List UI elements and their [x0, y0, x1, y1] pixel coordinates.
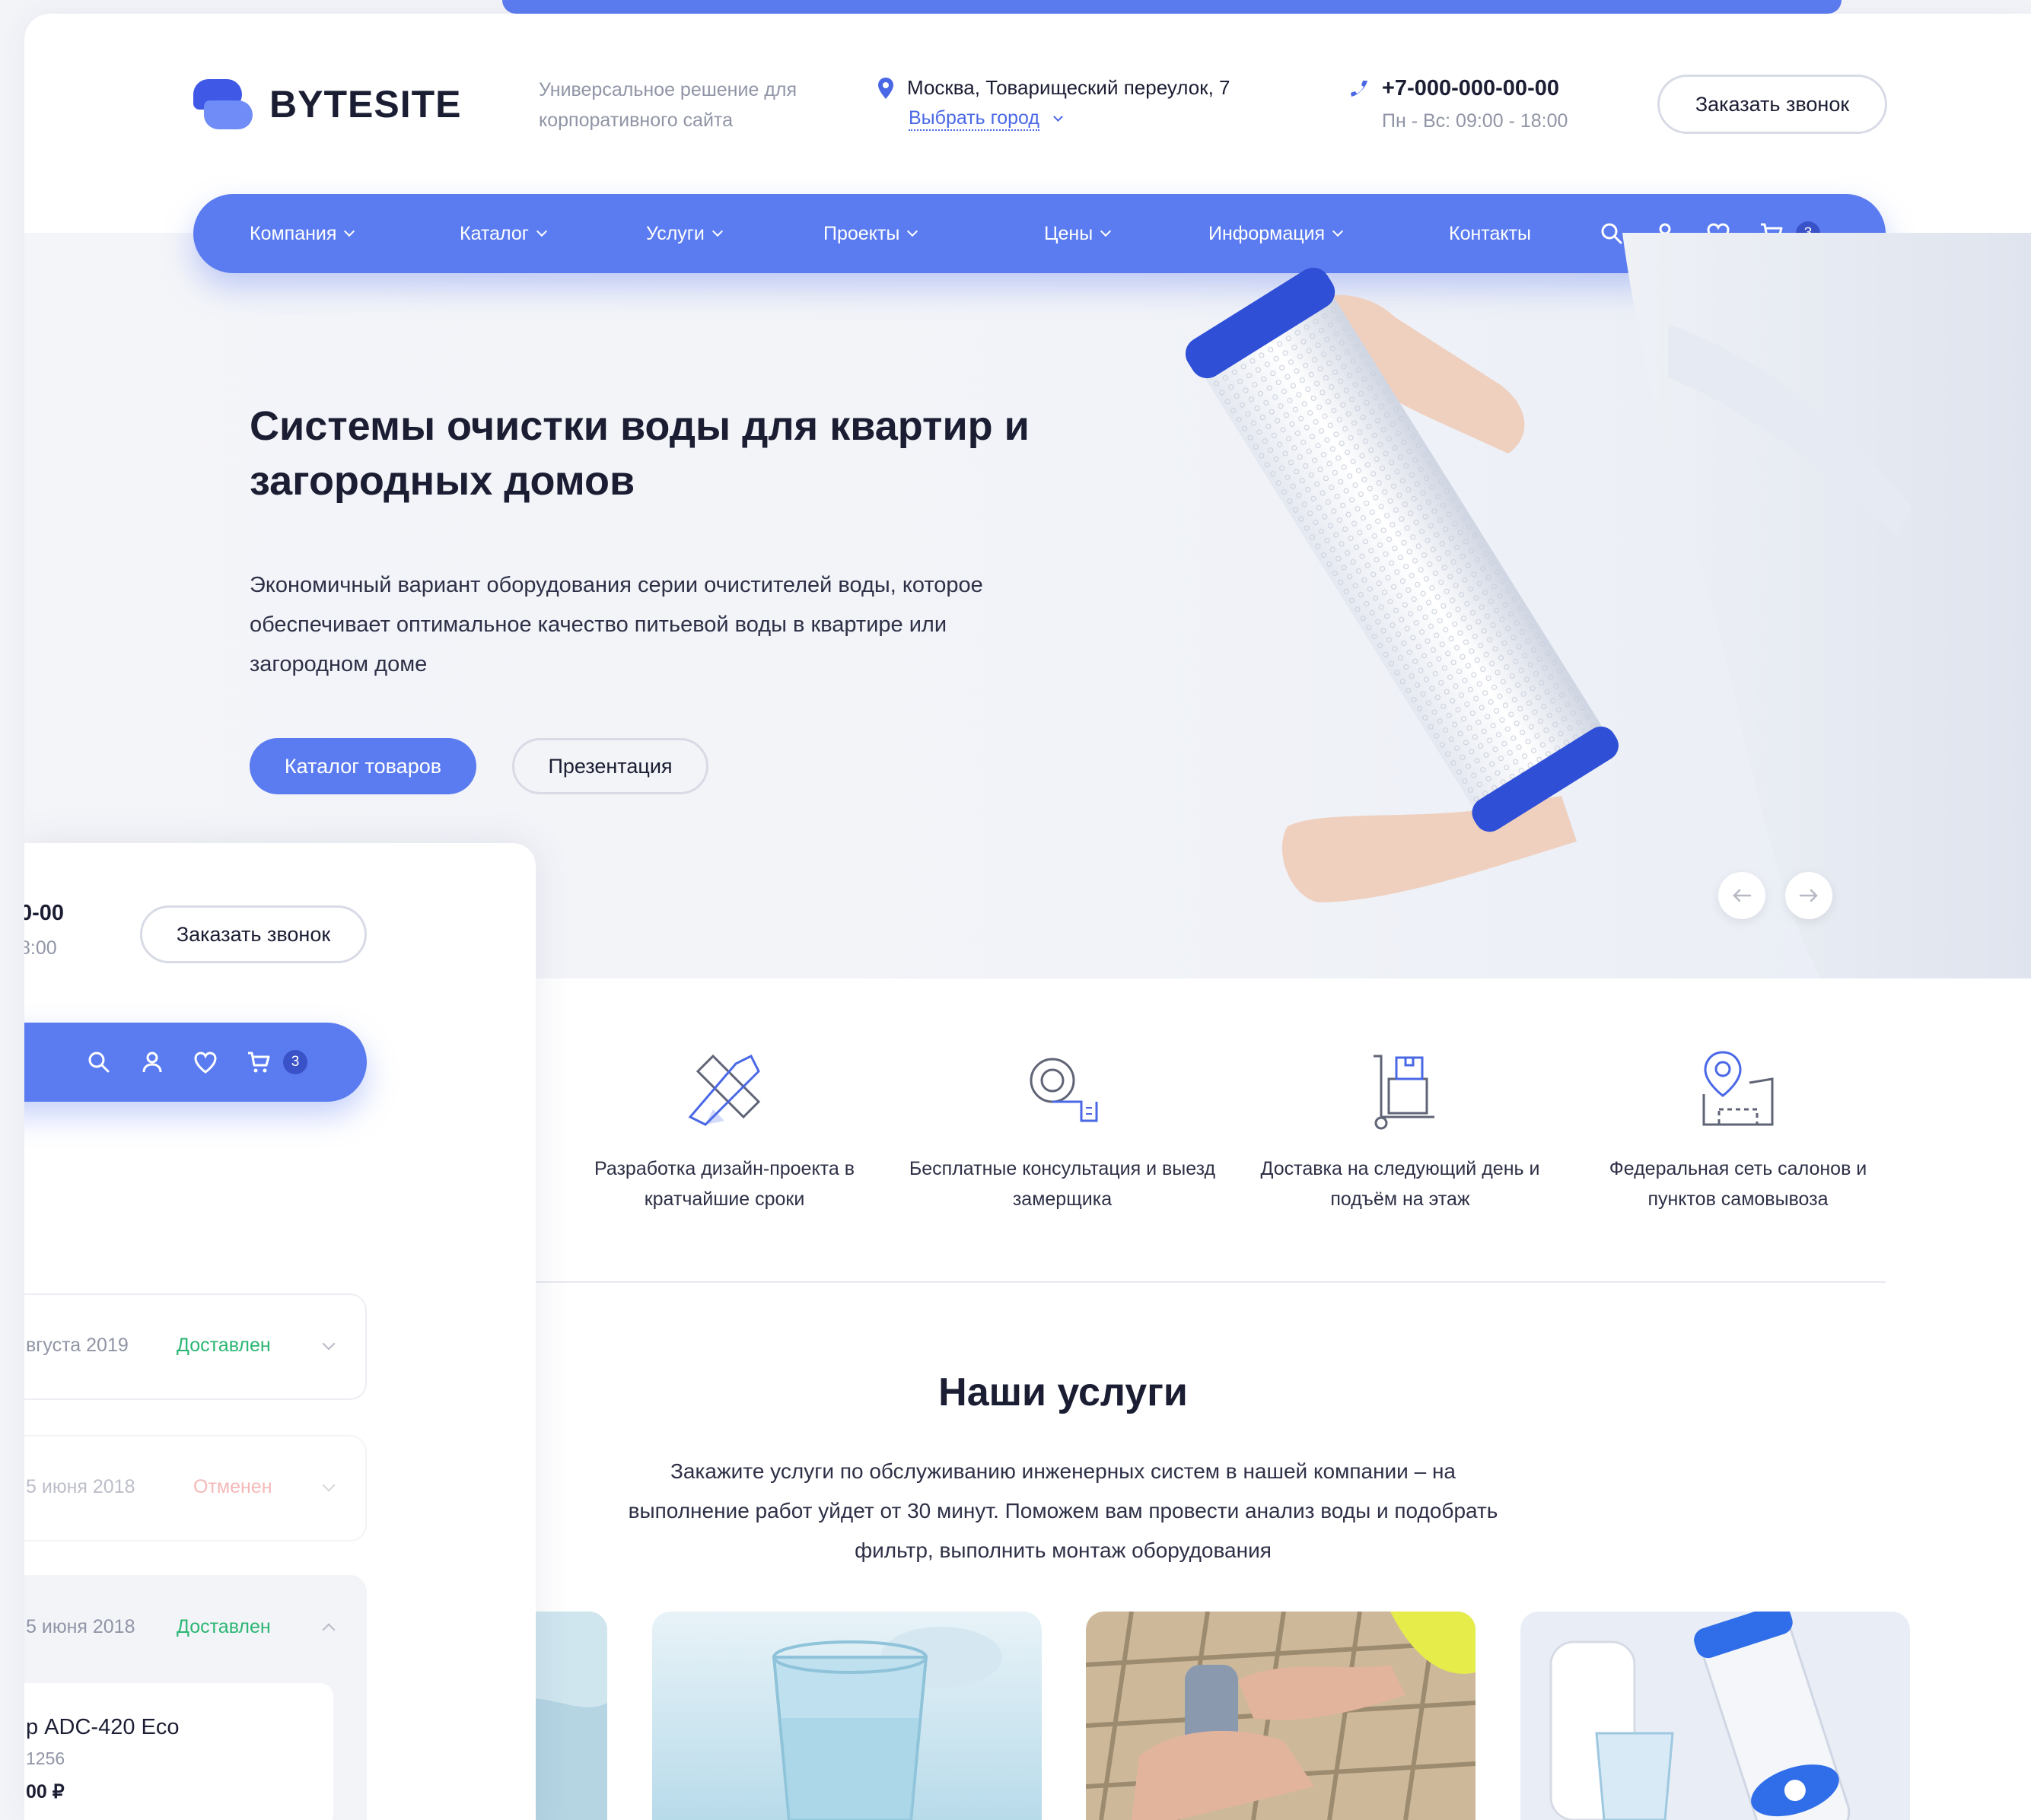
location-pin-icon	[878, 77, 893, 99]
services-description: Закажите услуги по обслуживанию инженерн…	[628, 1459, 1498, 1562]
arrow-left-icon	[1733, 889, 1752, 902]
order-date: вгуста 2019	[26, 1335, 129, 1356]
nav-item-services[interactable]: Услуги	[646, 194, 723, 273]
overlay-account-panel: 0-00 8:00 Заказать звонок 3 вгуста 2019 …	[24, 843, 536, 1820]
section-divider	[511, 1281, 1886, 1283]
order-status: Доставлен	[177, 1616, 271, 1637]
nav-item-company[interactable]: Компания	[250, 194, 355, 273]
feature-text: Разработка дизайн-проекта в кратчайшие с…	[594, 1158, 855, 1210]
logo-mark-icon	[193, 79, 253, 129]
tape-measure-icon	[1030, 1058, 1098, 1122]
overlay-callback-button[interactable]: Заказать звонок	[140, 905, 367, 963]
slider-prev-button[interactable]	[1718, 872, 1765, 919]
service-card-installation[interactable]	[1086, 1612, 1475, 1820]
overlay-nav: 3	[24, 1023, 367, 1102]
delivery-cart-icon	[1374, 1055, 1434, 1130]
nav-item-catalog[interactable]: Каталог	[460, 194, 547, 273]
arrow-right-icon	[1799, 889, 1818, 902]
feature-design: Разработка дизайн-проекта в кратчайшие с…	[565, 1048, 884, 1214]
feature-text: Федеральная сеть салонов и пунктов самов…	[1609, 1158, 1867, 1210]
feature-consultation: Бесплатные консультация и выезд замерщик…	[902, 1048, 1222, 1214]
order-item[interactable]: р ADC-420 Eco 1256 00 ₽	[24, 1683, 333, 1820]
phone-icon	[1351, 80, 1367, 97]
chevron-down-icon	[344, 225, 355, 237]
working-hours: Пн - Вс: 09:00 - 18:00	[1382, 110, 1568, 132]
feature-text: Бесплатные консультация и выезд замерщик…	[909, 1158, 1216, 1210]
top-accent-strip	[502, 0, 1842, 14]
cart-icon[interactable]	[245, 1048, 272, 1076]
service-card-water-glass[interactable]	[652, 1612, 1042, 1820]
chevron-down-icon	[536, 225, 547, 237]
hero-photo-filter-cartridge	[1185, 233, 2031, 978]
order-date: 5 июня 2018	[26, 1476, 135, 1497]
slogan: Универсальное решение для корпоративного…	[539, 79, 797, 131]
nav-item-label: Компания	[250, 222, 337, 244]
city-select-link[interactable]: Выбрать город	[909, 107, 1039, 131]
nav-item-projects[interactable]: Проекты	[823, 194, 918, 273]
order-item-name: р ADC-420 Eco	[26, 1715, 180, 1739]
search-icon[interactable]	[85, 1048, 113, 1076]
chevron-down-icon[interactable]	[322, 1337, 336, 1351]
site-frame: BYTESITE Универсальное решение для корпо…	[24, 14, 2031, 1820]
order-item-code: 1256	[26, 1748, 65, 1768]
chevron-down-icon	[907, 225, 918, 237]
overlay-phone: 0-00	[24, 901, 65, 925]
chevron-down-icon[interactable]	[322, 1478, 336, 1492]
chevron-down-icon	[711, 225, 723, 237]
presentation-button[interactable]: Презентация	[512, 738, 708, 794]
city-chevron-icon[interactable]	[1053, 112, 1064, 122]
nav-item-label: Каталог	[460, 222, 529, 244]
hero-description: Экономичный вариант оборудования серии о…	[250, 573, 983, 676]
order-item-price: 00 ₽	[26, 1781, 65, 1803]
cart-count-badge: 3	[283, 1050, 307, 1074]
map-location-icon	[1702, 1051, 1774, 1126]
order-status: Доставлен	[177, 1335, 271, 1356]
order-row[interactable]: 5 июня 2018 Отменен	[24, 1435, 367, 1542]
overlay-hours: 8:00	[24, 937, 57, 959]
slider-next-button[interactable]	[1785, 872, 1832, 919]
order-row-expanded[interactable]: 5 июня 2018 Доставлен р ADC-420 Eco 1256…	[24, 1575, 367, 1820]
services-title: Наши услуги	[938, 1370, 1188, 1414]
nav-item-label: Проекты	[823, 222, 900, 244]
user-icon[interactable]	[138, 1048, 166, 1076]
address-block: Москва, Товарищеский переулок, 7 Выбрать…	[877, 76, 1230, 131]
phone-block: +7-000-000-00-00 Пн - Вс: 09:00 - 18:00	[1348, 76, 1568, 132]
order-row[interactable]: вгуста 2019 Доставлен	[24, 1293, 367, 1400]
address-text: Москва, Товарищеский переулок, 7	[907, 76, 1230, 99]
design-tools-icon	[688, 1054, 761, 1126]
logo[interactable]: BYTESITE	[193, 79, 461, 129]
heart-icon[interactable]	[192, 1048, 219, 1076]
nav-item-label: Услуги	[646, 222, 705, 244]
chevron-up-icon[interactable]	[322, 1623, 336, 1637]
order-date: 5 июня 2018	[26, 1616, 135, 1637]
feature-network: Федеральная сеть салонов и пунктов самов…	[1578, 1048, 1898, 1214]
callback-button[interactable]: Заказать звонок	[1657, 75, 1887, 134]
feature-delivery: Доставка на следующий день и подъём на э…	[1240, 1048, 1560, 1214]
catalog-button[interactable]: Каталог товаров	[250, 738, 476, 794]
phone-number[interactable]: +7-000-000-00-00	[1382, 76, 1559, 101]
service-card-filters[interactable]	[1520, 1612, 1910, 1820]
feature-text: Доставка на следующий день и подъём на э…	[1260, 1158, 1540, 1210]
logo-text: BYTESITE	[269, 83, 462, 126]
hero-title: Системы очистки воды для квартир и загор…	[250, 403, 1030, 504]
order-status: Отменен	[193, 1476, 272, 1497]
